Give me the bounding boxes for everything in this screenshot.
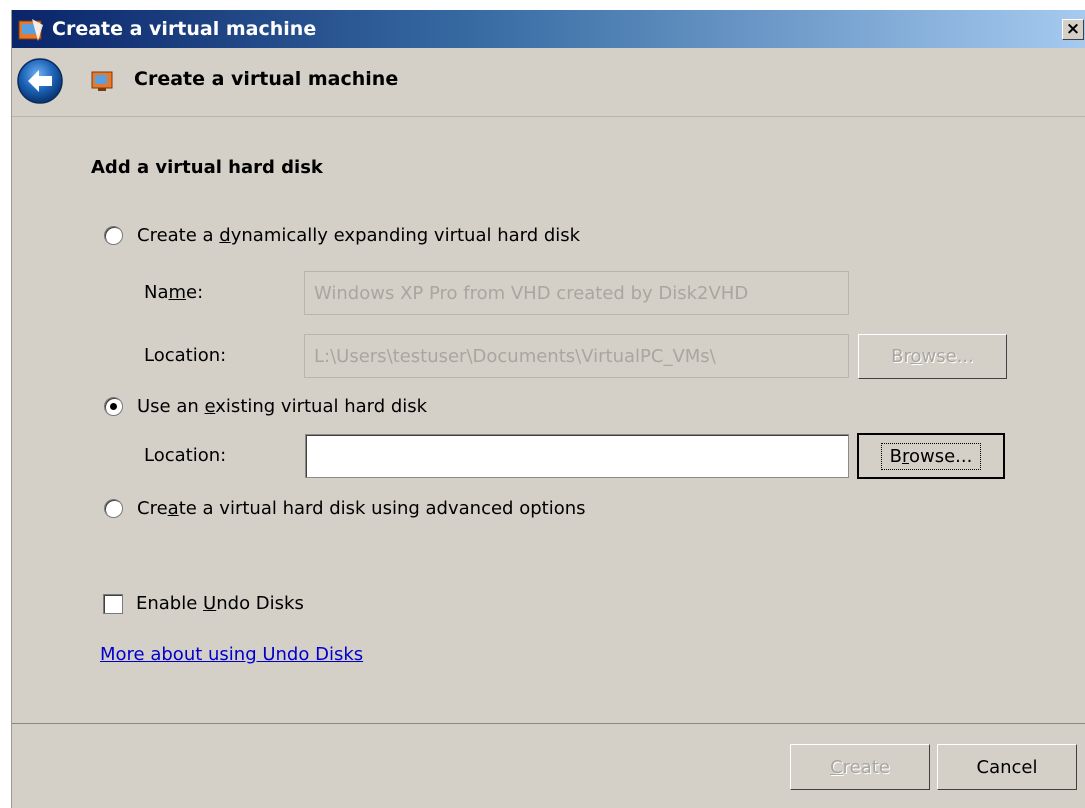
close-button[interactable]: × [1062, 19, 1084, 40]
radio-advanced-disk[interactable] [104, 499, 123, 518]
option-advanced-disk[interactable]: Create a virtual hard disk using advance… [104, 498, 586, 519]
cancel-button[interactable]: Cancel [937, 744, 1077, 790]
section-heading: Add a virtual hard disk [91, 157, 323, 178]
undo-disks-help-link[interactable]: More about using Undo Disks [100, 644, 363, 665]
location-label-dynamic: Location: [144, 345, 227, 366]
browse-button-dynamic-label: Browse... [891, 346, 974, 367]
location-field-dynamic-value: L:\Users\testuser\Documents\VirtualPC_VM… [314, 345, 716, 367]
undo-disks-checkbox[interactable] [103, 593, 123, 614]
browse-button-existing[interactable]: Browse... [857, 433, 1005, 479]
option-existing-disk[interactable]: Use an existing virtual hard disk [104, 396, 427, 417]
name-field[interactable]: Windows XP Pro from VHD created by Disk2… [304, 271, 849, 315]
location-field-existing[interactable] [305, 434, 849, 478]
option-dynamic-label: Create a dynamically expanding virtual h… [137, 225, 581, 246]
nav-title: Create a virtual machine [134, 68, 399, 90]
name-label: Name: [144, 282, 204, 303]
window-title: Create a virtual machine [52, 18, 317, 40]
nav-header: Create a virtual machine [12, 48, 1085, 116]
option-dynamic-disk[interactable]: Create a dynamically expanding virtual h… [104, 225, 580, 246]
option-existing-label: Use an existing virtual hard disk [137, 396, 428, 417]
location-label-existing: Location: [144, 445, 227, 466]
radio-existing-disk[interactable] [104, 397, 123, 416]
browse-button-dynamic[interactable]: Browse... [858, 334, 1007, 379]
virtual-pc-icon [91, 71, 113, 91]
browse-button-existing-label: Browse... [880, 442, 982, 470]
close-icon: × [1065, 19, 1081, 39]
content-area [12, 116, 1085, 724]
option-advanced-label: Create a virtual hard disk using advance… [137, 498, 586, 519]
undo-disks-label: Enable Undo Disks [136, 593, 304, 614]
location-field-dynamic[interactable]: L:\Users\testuser\Documents\VirtualPC_VM… [304, 334, 849, 378]
name-field-value: Windows XP Pro from VHD created by Disk2… [314, 282, 749, 304]
enable-undo-disks[interactable]: Enable Undo Disks [103, 593, 304, 614]
virtual-pc-icon [18, 19, 43, 41]
create-button[interactable]: Create [790, 744, 930, 790]
radio-dynamic-disk[interactable] [104, 226, 123, 245]
title-bar[interactable]: Create a virtual machine × [12, 10, 1085, 48]
create-button-label: Create [830, 756, 890, 778]
back-arrow-icon[interactable] [16, 57, 64, 105]
cancel-button-label: Cancel [976, 756, 1038, 778]
